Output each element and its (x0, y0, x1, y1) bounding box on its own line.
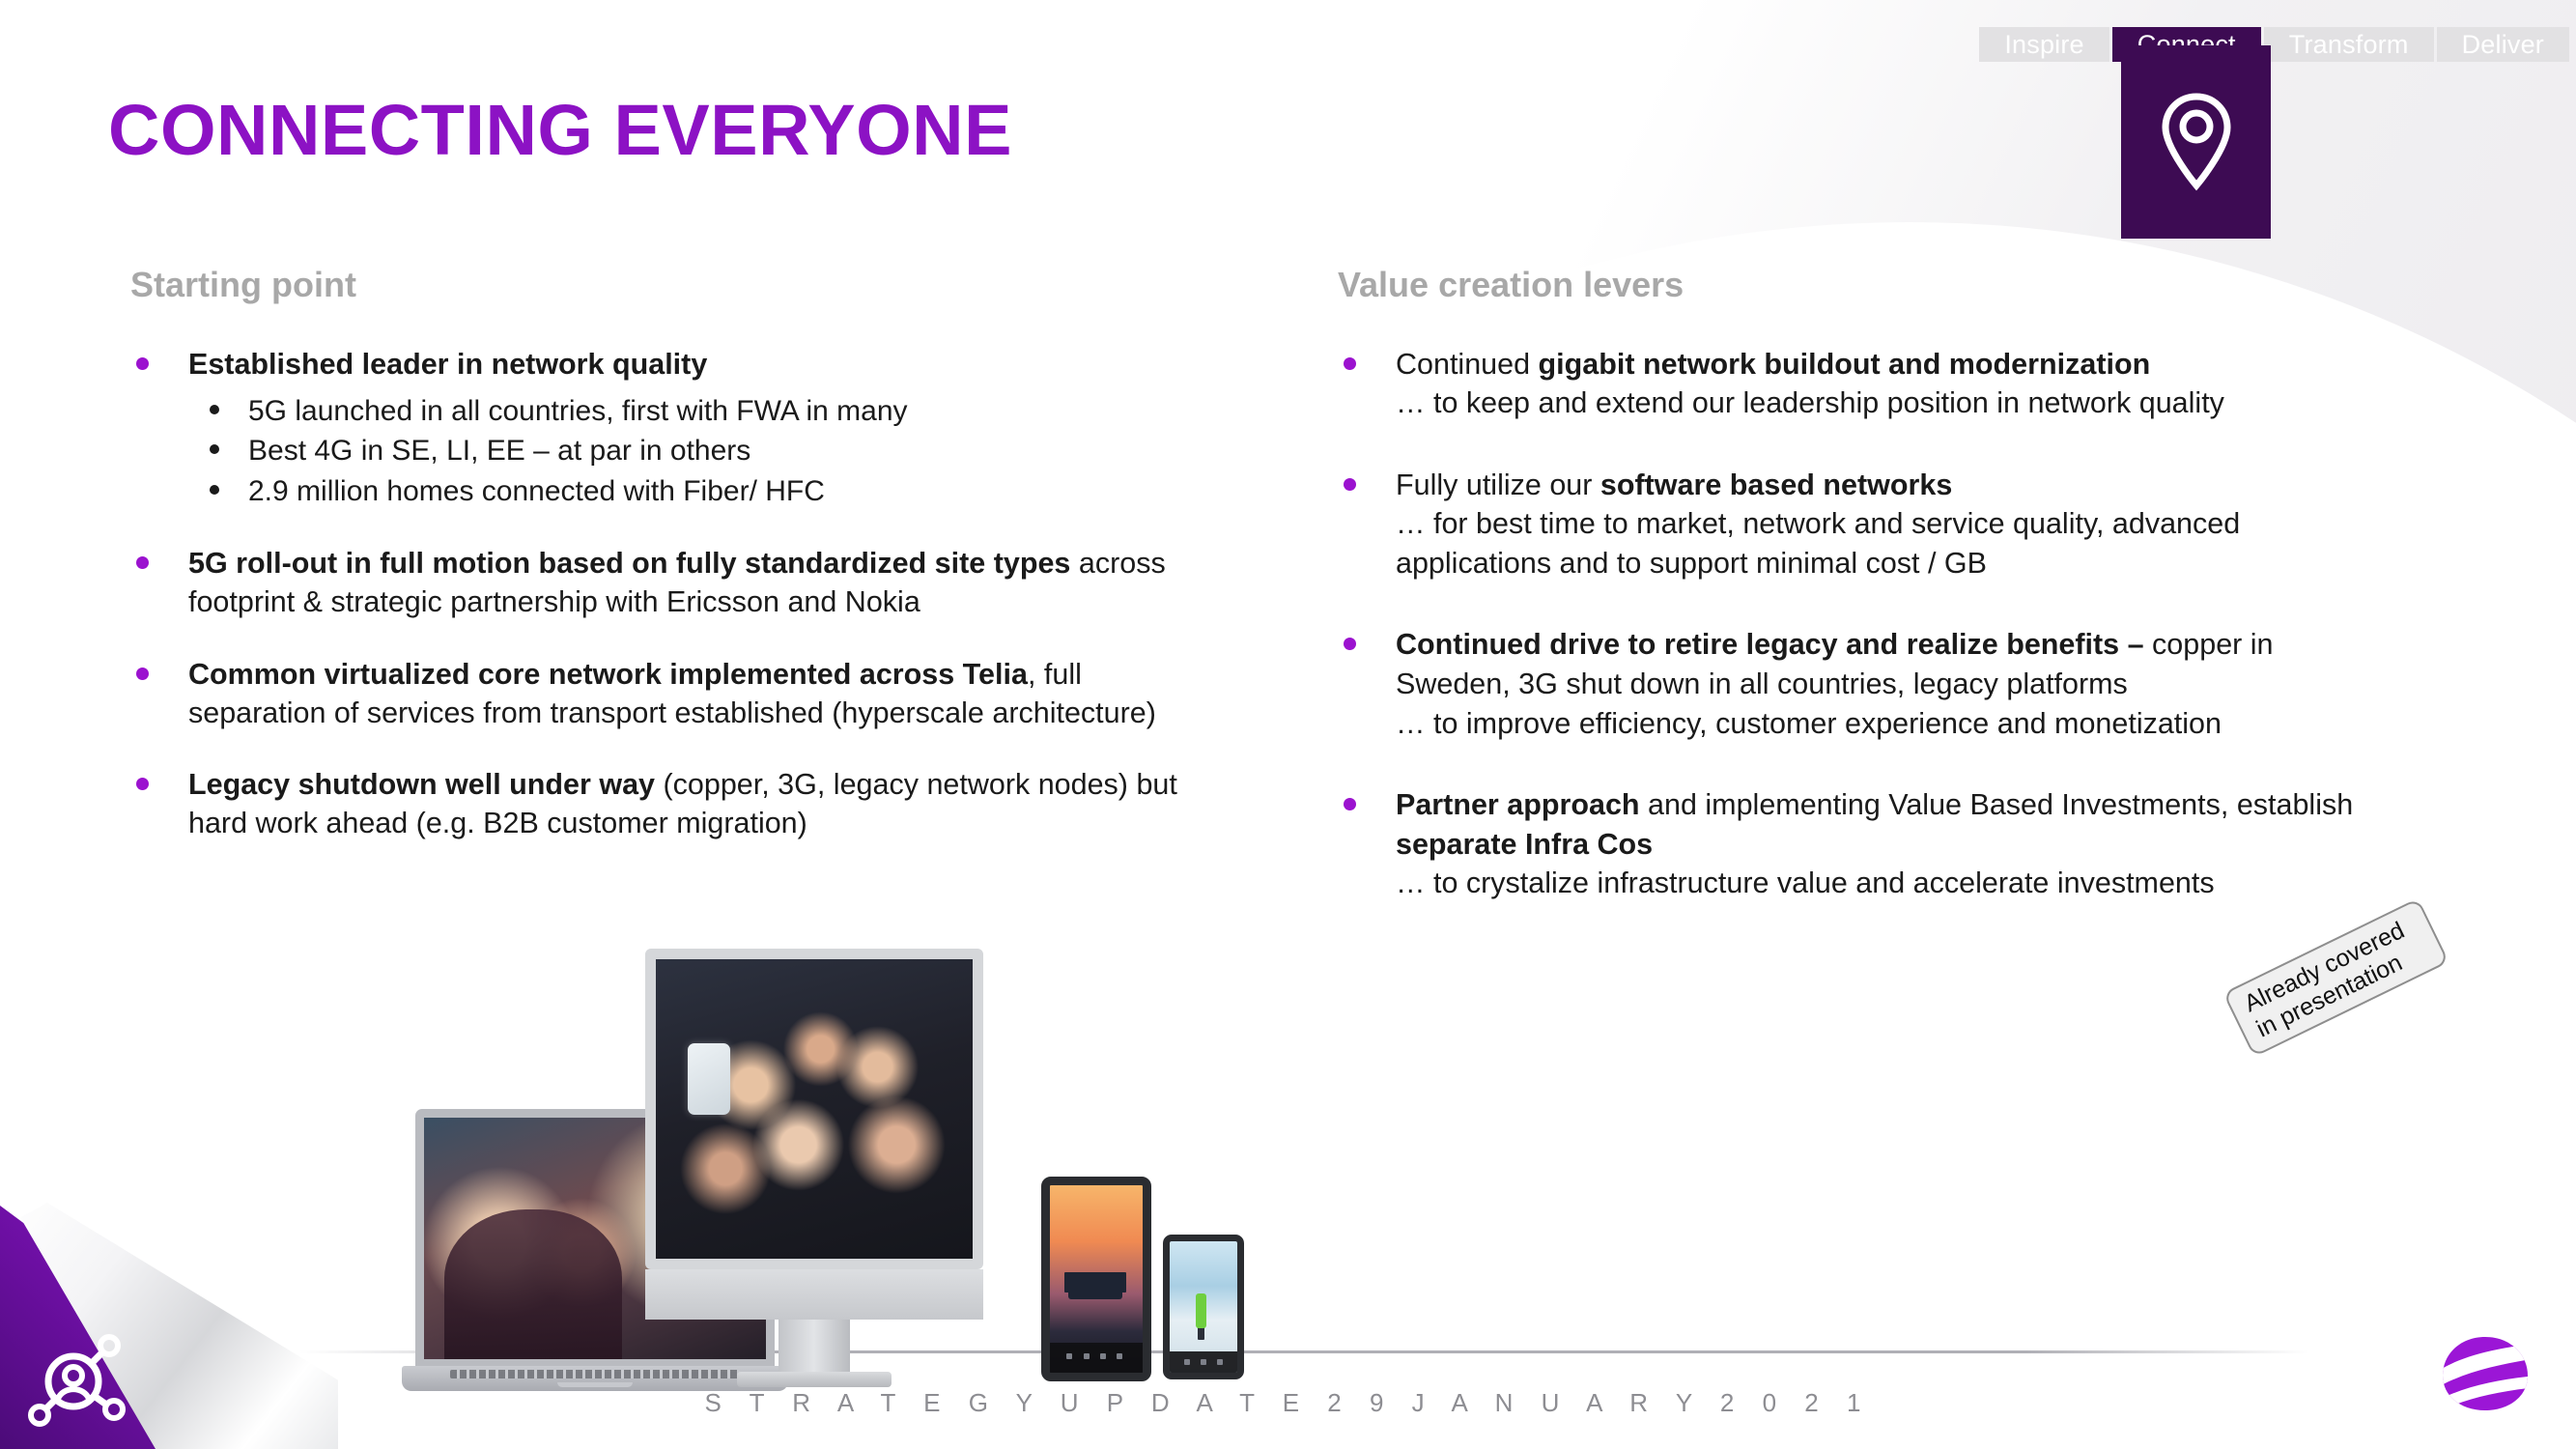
list-item: 5G roll-out in full motion based on full… (130, 544, 1183, 622)
slide-canvas: Inspire Connect Transform Deliver CONNEC… (0, 0, 2576, 1449)
bullet-dot-icon (1344, 798, 1356, 811)
bullet-dot-icon (136, 356, 149, 370)
phone-device (1163, 1235, 1244, 1379)
bullet-text: 5G roll-out in full motion based on full… (188, 544, 1183, 622)
bullet-dot-icon (1344, 356, 1356, 370)
right-bullet-list: Continued gigabit network buildout and m… (1338, 345, 2381, 903)
bullet-bold-2: separate Infra Cos (1396, 827, 1654, 861)
bullet-text: Common virtualized core network implemen… (188, 655, 1183, 733)
monitor-stand-foot (737, 1372, 892, 1387)
list-item: Fully utilize our software based network… (1338, 466, 2381, 583)
list-item: 2.9 million homes connected with Fiber/ … (188, 471, 1183, 511)
bullet-bold-lead: Established leader in network quality (188, 347, 708, 381)
bullet-dot-icon (1344, 477, 1356, 491)
tablet-navbar (1050, 1342, 1143, 1373)
sub-bullet-text: Best 4G in SE, LI, EE – at par in others (248, 435, 751, 468)
bullet-text: Established leader in network quality (188, 345, 1183, 384)
bullet-text: Continued drive to retire legacy and rea… (1396, 625, 2381, 743)
phone-screen (1163, 1235, 1244, 1379)
left-bullet-list: Established leader in network quality 5G… (130, 345, 1183, 843)
tab-transform[interactable]: Transform (2263, 27, 2434, 62)
list-item: Common virtualized core network implemen… (130, 655, 1183, 733)
bullet-detail: … to keep and extend our leadership posi… (1396, 386, 2224, 420)
footer-text: S T R A T E G Y U P D A T E 2 9 J A N U … (704, 1388, 1872, 1417)
monitor-photo (656, 959, 973, 1259)
monitor-chin (645, 1269, 983, 1320)
bullet-text: Legacy shutdown well under way (copper, … (188, 765, 1183, 843)
monitor-screen (645, 949, 983, 1269)
tab-inspire[interactable]: Inspire (1979, 27, 2109, 62)
right-column-heading: Value creation levers (1338, 265, 1684, 304)
bullet-detail: … to crystalize infrastructure value and… (1396, 867, 2215, 900)
page-title: CONNECTING EVERYONE (108, 90, 1012, 170)
left-column: Starting point Established leader in net… (130, 266, 1183, 876)
sub-bullet-list: 5G launched in all countries, first with… (188, 391, 1183, 511)
bullet-dot-icon (136, 667, 149, 680)
bullet-text: Continued gigabit network buildout and m… (1396, 345, 2381, 423)
device-lineup-image (402, 949, 1439, 1401)
bullet-bold: Continued drive to retire legacy and rea… (1396, 628, 2144, 662)
list-item: Best 4G in SE, LI, EE – at par in others (188, 431, 1183, 470)
monitor-stand-neck (778, 1320, 850, 1372)
bullet-pre: Continued (1396, 347, 1539, 381)
list-item: Established leader in network quality 5G… (130, 345, 1183, 511)
right-column: Value creation levers Continued gigabit … (1338, 266, 2381, 946)
sub-bullet-dot-icon (210, 444, 219, 455)
bullet-text: Partner approach and implementing Value … (1396, 785, 2381, 903)
bullet-post: and implementing Value Based Investments… (1639, 788, 2354, 822)
bullet-bold-lead: Legacy shutdown well under way (188, 768, 656, 802)
bullet-text: Fully utilize our software based network… (1396, 466, 2381, 583)
bullet-detail: … for best time to market, network and s… (1396, 507, 2241, 580)
desktop-monitor-device (645, 949, 983, 1387)
bullet-bold: Partner approach (1396, 788, 1640, 822)
bullet-bold-lead: 5G roll-out in full motion based on full… (188, 547, 1071, 581)
sub-bullet-dot-icon (210, 404, 219, 414)
list-item: Continued gigabit network buildout and m… (1338, 345, 2381, 423)
tab-deliver[interactable]: Deliver (2436, 27, 2569, 62)
chapter-icon-block (2121, 45, 2271, 239)
bullet-dot-icon (136, 778, 149, 791)
left-column-heading: Starting point (130, 265, 356, 304)
bullet-dot-icon (136, 556, 149, 570)
bullet-detail: … to improve efficiency, customer experi… (1396, 706, 2222, 740)
list-item: 5G launched in all countries, first with… (188, 391, 1183, 431)
list-item: Partner approach and implementing Value … (1338, 785, 2381, 903)
bullet-pre: Fully utilize our (1396, 468, 1600, 501)
phone-navbar (1170, 1351, 1237, 1373)
bullet-bold: gigabit network buildout and modernizati… (1538, 347, 2151, 381)
location-pin-icon (2161, 93, 2231, 191)
tablet-device (1041, 1177, 1151, 1381)
sub-bullet-text: 5G launched in all countries, first with… (248, 394, 908, 427)
list-item: Continued drive to retire legacy and rea… (1338, 625, 2381, 743)
bullet-bold-lead: Common virtualized core network implemen… (188, 657, 1028, 691)
list-item: Legacy shutdown well under way (copper, … (130, 765, 1183, 843)
sub-bullet-dot-icon (210, 484, 219, 495)
bullet-bold: software based networks (1599, 468, 1953, 501)
tablet-screen (1041, 1177, 1151, 1381)
sub-bullet-text: 2.9 million homes connected with Fiber/ … (248, 474, 825, 507)
bullet-dot-icon (1344, 638, 1356, 651)
chapter-tabs: Inspire Connect Transform Deliver (1979, 27, 2572, 62)
